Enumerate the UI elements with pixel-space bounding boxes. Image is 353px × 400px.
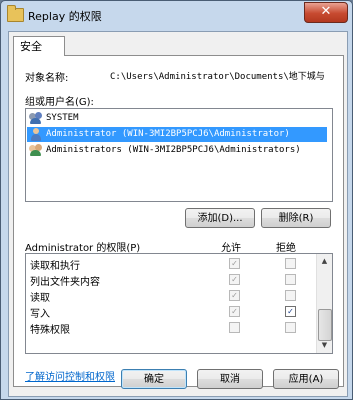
permission-row: 写入 ✓ ✓ (26, 303, 316, 320)
permission-label: 列出文件夹内容 (30, 277, 100, 288)
cancel-button[interactable]: 取消 (197, 369, 263, 389)
apply-button[interactable]: 应用(A) (273, 369, 339, 389)
scroll-thumb[interactable] (318, 309, 332, 341)
deny-checkbox[interactable] (285, 274, 296, 285)
list-item-label: Administrator (WIN-3MI2BP5PCJ6\Administr… (46, 129, 290, 139)
remove-button[interactable]: 删除(R) (261, 208, 331, 228)
list-item-administrator[interactable]: Administrator (WIN-3MI2BP5PCJ6\Administr… (27, 127, 327, 142)
permission-label: 写入 (30, 309, 50, 320)
permission-row: 读取和执行 ✓ (26, 255, 316, 272)
ok-button[interactable]: 确定 (121, 369, 187, 389)
permission-row: 特殊权限 (26, 319, 316, 336)
window-title: Replay 的权限 (28, 10, 102, 23)
folder-icon (7, 5, 24, 22)
user-list[interactable]: SYSTEM Administrator (WIN-3MI2BP5PCJ6\Ad… (25, 108, 333, 202)
allow-checkbox[interactable] (229, 322, 240, 333)
deny-checkbox[interactable] (285, 290, 296, 301)
deny-checkbox[interactable] (285, 322, 296, 333)
allow-column-header: 允许 (221, 243, 241, 254)
close-button[interactable]: ✕ (304, 2, 348, 23)
user-group-icon (29, 144, 43, 157)
deny-checkbox[interactable] (285, 258, 296, 269)
add-button[interactable]: 添加(D)... (185, 208, 255, 228)
list-item-administrators[interactable]: Administrators (WIN-3MI2BP5PCJ6\Administ… (27, 143, 327, 158)
permission-label: 读取和执行 (30, 261, 80, 272)
permissions-dialog: Replay 的权限 ✕ 安全 对象名称: C:\Users\Administr… (0, 0, 353, 400)
list-item-system[interactable]: SYSTEM (27, 111, 327, 126)
permission-row: 列出文件夹内容 ✓ (26, 271, 316, 288)
permission-row: 读取 ✓ (26, 287, 316, 304)
deny-checkbox[interactable]: ✓ (285, 306, 296, 317)
deny-column-header: 拒绝 (276, 243, 296, 254)
help-link[interactable]: 了解访问控制和权限 (25, 368, 115, 383)
permission-label: 特殊权限 (30, 325, 70, 336)
group-list-label: 组或用户名(G): (25, 97, 94, 108)
user-icon (29, 128, 43, 141)
permissions-list: 读取和执行 ✓ 列出文件夹内容 ✓ 读取 ✓ 写入 ✓ ✓ 特殊权限 ▲ ▼ (25, 253, 333, 354)
scroll-up-icon[interactable]: ▲ (317, 254, 332, 269)
allow-checkbox[interactable]: ✓ (229, 274, 240, 285)
user-group-icon (29, 112, 43, 125)
list-item-label: Administrators (WIN-3MI2BP5PCJ6\Administ… (46, 145, 301, 155)
allow-checkbox[interactable]: ✓ (229, 290, 240, 301)
scroll-down-icon[interactable]: ▼ (317, 338, 332, 353)
list-item-label: SYSTEM (46, 113, 79, 123)
allow-checkbox[interactable]: ✓ (229, 306, 240, 317)
allow-checkbox[interactable]: ✓ (229, 258, 240, 269)
title-bar[interactable]: Replay 的权限 ✕ (1, 1, 352, 29)
vertical-scrollbar[interactable]: ▲ ▼ (316, 254, 332, 353)
object-name-label: 对象名称: (25, 73, 69, 84)
permission-label: 读取 (30, 293, 50, 304)
object-name-value: C:\Users\Administrator\Documents\地下城与 (110, 72, 325, 82)
dialog-client: 安全 对象名称: C:\Users\Administrator\Document… (8, 31, 348, 397)
tab-security[interactable]: 安全 (13, 36, 65, 56)
permissions-header: Administrator 的权限(P) (25, 243, 141, 254)
security-panel: 对象名称: C:\Users\Administrator\Documents\地… (13, 55, 344, 387)
